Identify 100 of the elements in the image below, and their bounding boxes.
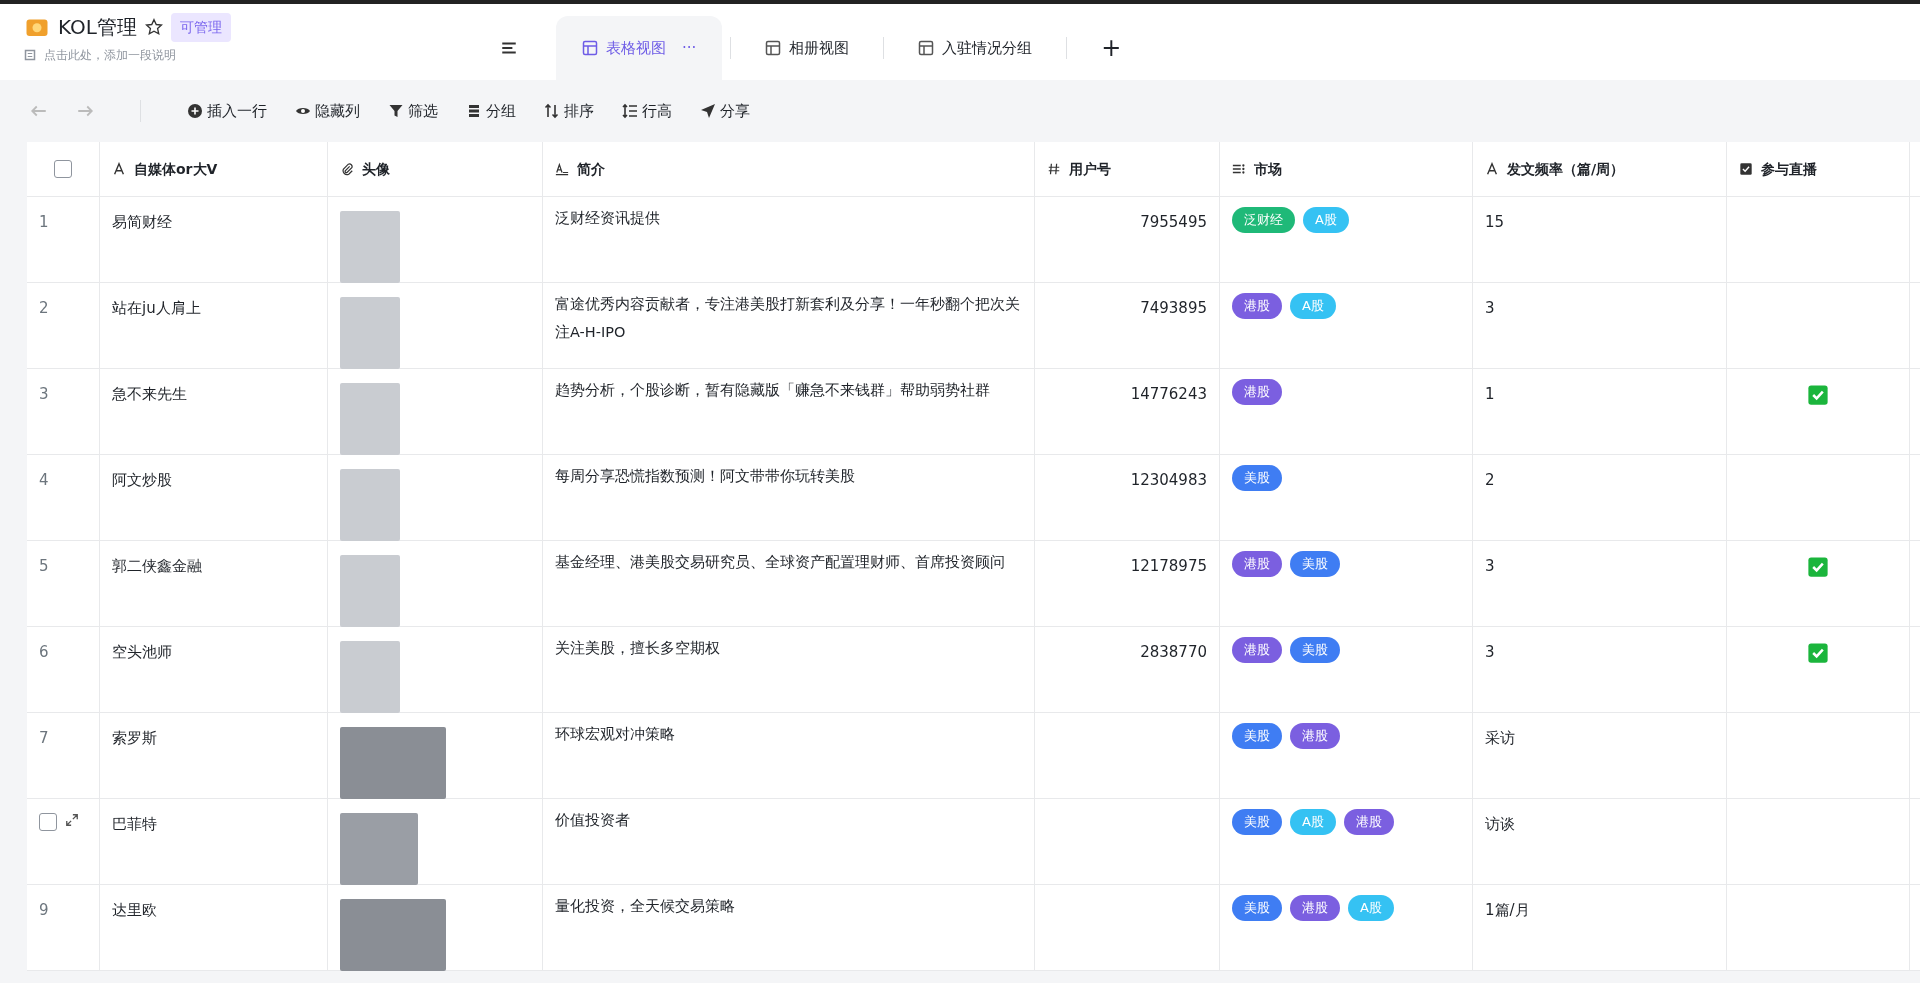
row-height-icon: [622, 103, 638, 119]
page-title: KOL管理: [58, 14, 137, 41]
view-tab[interactable]: 表格视图 ···: [556, 16, 723, 80]
toolbar-button[interactable]: 分组: [460, 95, 522, 127]
market-tag: 美股: [1232, 809, 1282, 835]
send-icon: [700, 103, 716, 119]
select-all-checkbox[interactable]: [54, 160, 72, 178]
row-number: 3: [39, 384, 49, 405]
frequency-text: 15: [1485, 213, 1505, 231]
market-tag: A股: [1290, 809, 1336, 835]
column-label: 简介: [577, 159, 605, 179]
column-label: 参与直播: [1761, 159, 1817, 179]
checked-checkbox-icon[interactable]: [1807, 641, 1829, 664]
tab-label: 相册视图: [789, 37, 850, 59]
toolbar-button[interactable]: 隐藏列: [289, 95, 366, 127]
column-header[interactable]: 头像: [328, 142, 543, 197]
more-menu[interactable]: ···: [682, 36, 697, 60]
number-icon: [1047, 162, 1061, 176]
filter-icon: [388, 103, 404, 119]
market-tag: 美股: [1232, 465, 1282, 491]
view-tab[interactable]: 入驻情况分组: [892, 16, 1059, 80]
intro-text: 每周分享恐慌指数预测！阿文带带你玩转美股: [555, 467, 856, 486]
permission-badge: 可管理: [170, 12, 231, 42]
column-label: 自媒体or大V: [134, 159, 218, 179]
row-number: 7: [39, 728, 49, 749]
long-text-icon: [555, 162, 569, 176]
text-type-icon: [1485, 162, 1499, 176]
market-tag: 泛财经: [1232, 207, 1295, 233]
table-icon: [765, 40, 782, 56]
toolbar-button[interactable]: 排序: [538, 95, 600, 127]
market-tag: 美股: [1290, 551, 1340, 577]
list-icon: [466, 103, 482, 119]
text-type-icon: [112, 162, 126, 176]
table-icon: [918, 40, 935, 56]
photo-placeholder: [340, 297, 400, 369]
market-tag: 港股: [1232, 379, 1282, 405]
user-id-text: 12178975: [1130, 557, 1207, 575]
name-text: 巴菲特: [112, 815, 157, 833]
row-number: 5: [39, 556, 49, 577]
sort-icon: [544, 103, 560, 119]
expand-icon[interactable]: [65, 813, 79, 827]
market-tag: 港股: [1232, 637, 1282, 663]
view-tab[interactable]: 相册视图: [739, 16, 876, 80]
toolbar-button[interactable]: 分享: [694, 95, 756, 127]
name-text: 急不来先生: [112, 385, 187, 403]
column-header[interactable]: 市场: [1220, 142, 1473, 197]
toolbar-button[interactable]: 行高: [616, 95, 678, 127]
market-tag: 美股: [1290, 637, 1340, 663]
column-header[interactable]: 参与直播: [1727, 142, 1910, 197]
column-header[interactable]: 自媒体or大V: [100, 142, 328, 197]
name-text: 索罗斯: [112, 729, 157, 747]
column-header[interactable]: 用户号: [1035, 142, 1220, 197]
options-icon: [1232, 162, 1246, 176]
frequency-text: 3: [1485, 643, 1495, 661]
column-header[interactable]: 发文频率（篇/周）: [1473, 142, 1727, 197]
market-tag: 港股: [1232, 551, 1282, 577]
column-label: 头像: [362, 159, 390, 179]
add-view-button[interactable]: +: [1075, 16, 1148, 80]
intro-text: 关注美股，擅长多空期权: [555, 639, 721, 658]
row-number: 1: [39, 212, 49, 233]
frequency-text: 采访: [1485, 729, 1515, 747]
table-icon: [582, 40, 598, 56]
user-id-text: 2838770: [1140, 643, 1207, 661]
photo-placeholder: [340, 555, 400, 627]
tab-label: 入驻情况分组: [942, 37, 1033, 59]
name-text: 易简财经: [112, 213, 172, 231]
frequency-text: 1: [1485, 385, 1495, 403]
user-id-text: 14776243: [1130, 385, 1207, 403]
market-tag: 港股: [1290, 895, 1340, 921]
photo-placeholder: [340, 641, 400, 713]
star-icon[interactable]: [144, 18, 163, 36]
intro-text: 环球宏观对冲策略: [555, 725, 676, 744]
user-id-text: 7493895: [1140, 299, 1207, 317]
market-tag: A股: [1348, 895, 1394, 921]
user-id-text: 12304983: [1130, 471, 1207, 489]
toolbar-button[interactable]: 筛选: [382, 95, 444, 127]
column-label: 市场: [1254, 159, 1282, 179]
market-tag: A股: [1303, 207, 1349, 233]
intro-text: 趋势分析，个股诊断，暂有隐藏版「赚急不来钱群」帮助弱势社群: [555, 381, 991, 400]
frequency-text: 访谈: [1485, 815, 1515, 833]
name-text: 达里欧: [112, 901, 157, 919]
attachment-icon: [340, 162, 354, 176]
tab-label: 表格视图: [606, 37, 666, 59]
photo-placeholder: [340, 383, 400, 455]
photo-placeholder: [340, 211, 400, 283]
market-tag: A股: [1290, 293, 1336, 319]
photo-placeholder: [340, 469, 400, 541]
intro-text: 泛财经资讯提供: [555, 209, 661, 228]
column-header[interactable]: 简介: [543, 142, 1035, 197]
checkbox-icon: [1739, 162, 1753, 176]
column-label: 发文频率（篇/周）: [1507, 159, 1625, 179]
frequency-text: 3: [1485, 557, 1495, 575]
toolbar-button[interactable]: 插入一行: [181, 95, 273, 127]
frequency-text: 1篇/月: [1485, 901, 1530, 919]
checked-checkbox-icon[interactable]: [1807, 383, 1829, 406]
document-icon: [24, 49, 36, 61]
checked-checkbox-icon[interactable]: [1807, 555, 1829, 578]
row-checkbox[interactable]: [39, 813, 57, 831]
plus-circle-icon: [187, 103, 203, 119]
row-number: 6: [39, 642, 49, 663]
